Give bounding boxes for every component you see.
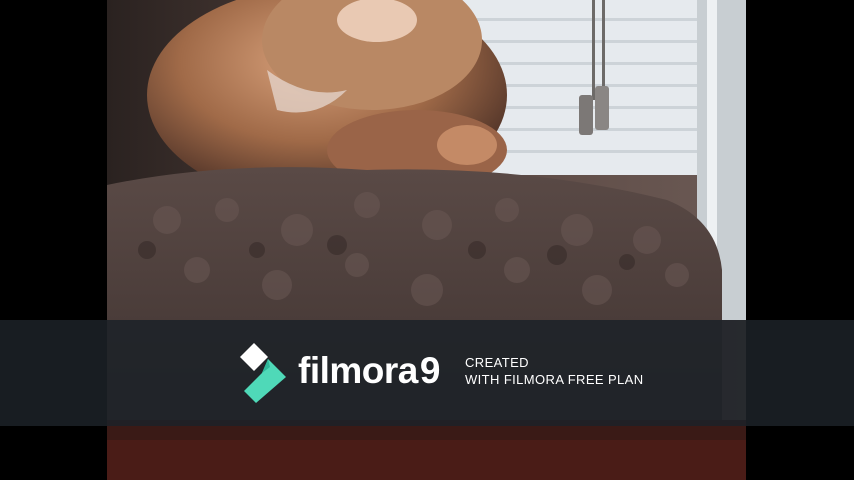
watermark-line-1: CREATED	[465, 355, 529, 370]
filmora-diamond-logo-icon	[240, 343, 286, 403]
watermark-line-2: WITH FILMORA FREE PLAN	[465, 372, 644, 387]
brand-name: filmora	[298, 350, 418, 391]
filmora-brand-text: filmora9	[298, 346, 440, 396]
brand-version: 9	[419, 350, 441, 391]
